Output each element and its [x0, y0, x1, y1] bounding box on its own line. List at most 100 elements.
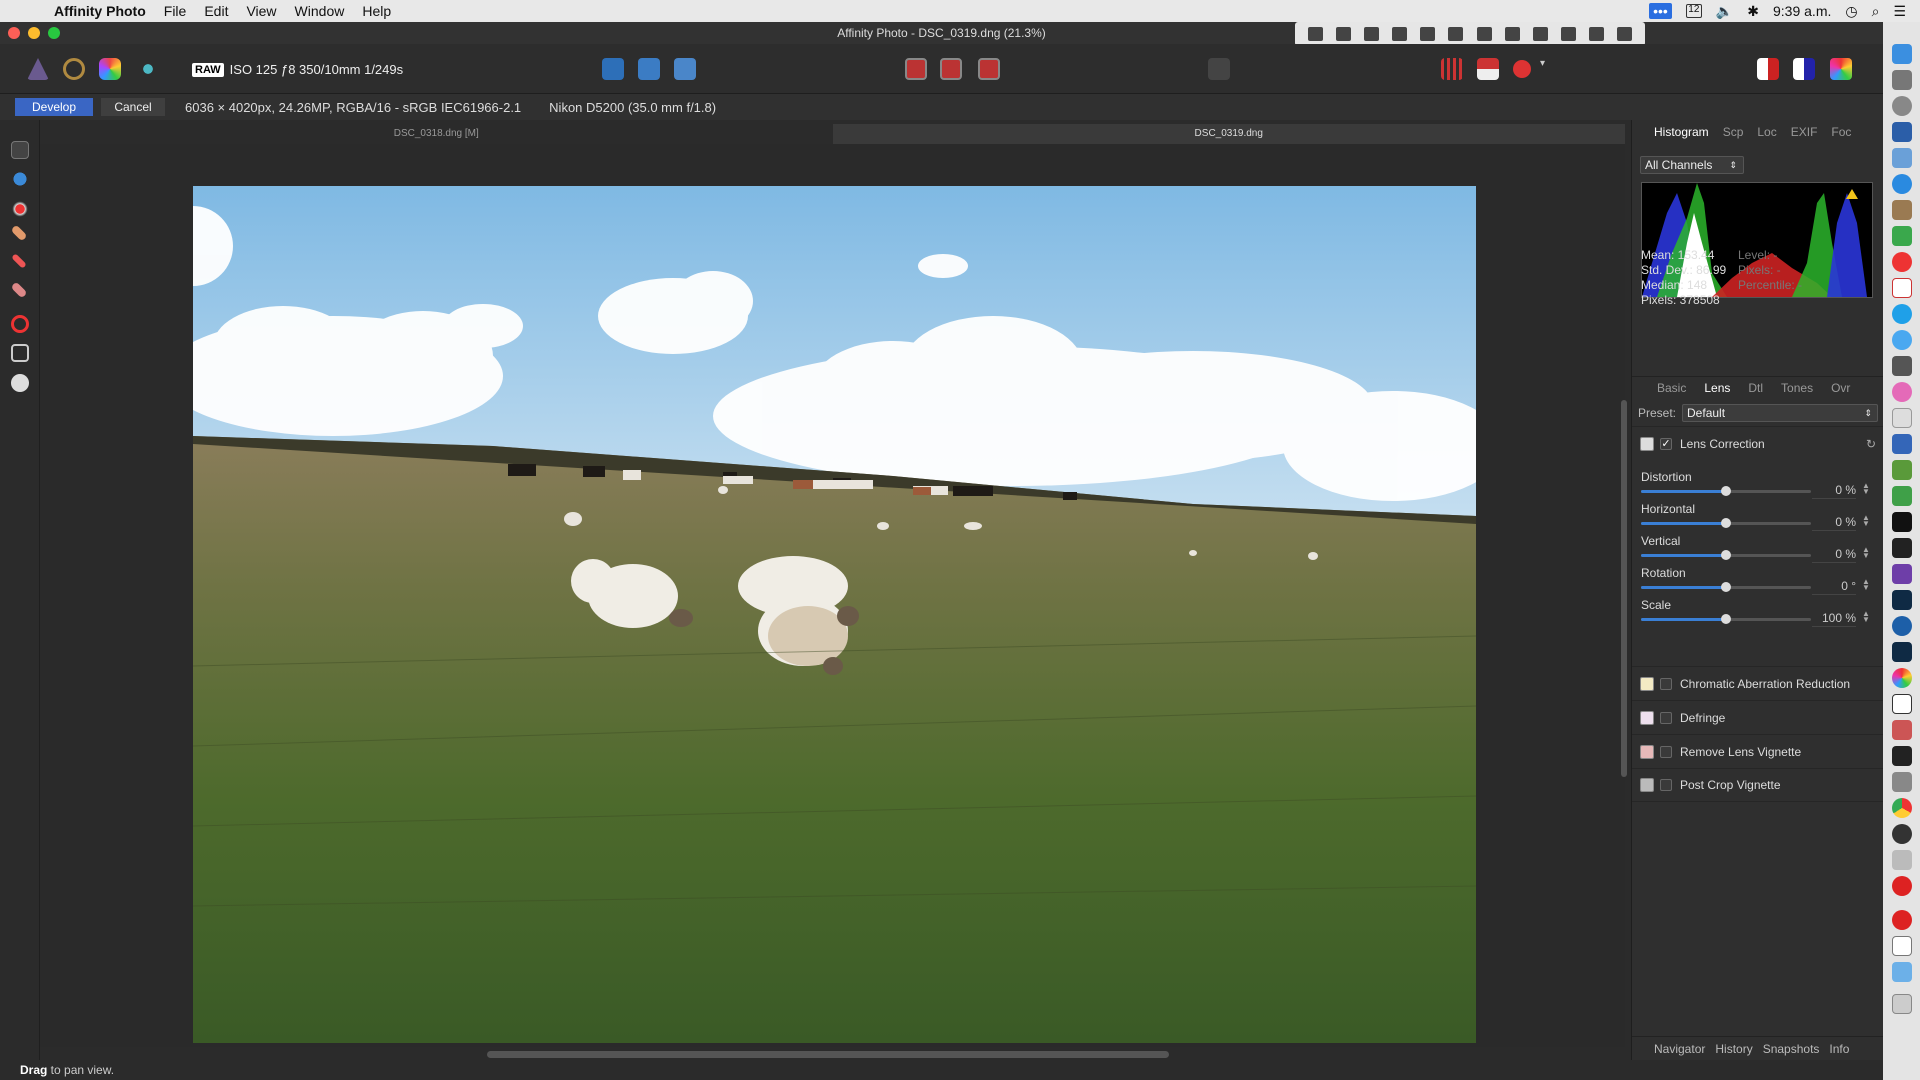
app-menu[interactable]: Affinity Photo [54, 3, 146, 19]
menu-edit[interactable]: Edit [204, 3, 228, 19]
zoom-tool-icon[interactable] [11, 170, 29, 188]
stepper-icon[interactable]: ▲ ▼ [1862, 514, 1870, 528]
post-crop-vignette-checkbox[interactable] [1660, 779, 1672, 791]
utility-icon-5[interactable] [1420, 27, 1436, 41]
horizontal-value[interactable]: 0 % [1812, 515, 1856, 531]
tab-histogram[interactable]: Histogram [1654, 125, 1709, 139]
todoist-icon[interactable] [1892, 252, 1912, 272]
app-icon-5[interactable] [1892, 148, 1912, 168]
tab-detail[interactable]: Dtl [1748, 381, 1763, 395]
clock[interactable]: 9:39 a.m. [1773, 3, 1831, 19]
stepper-icon[interactable]: ▲ ▼ [1862, 546, 1870, 560]
calendar-app-icon[interactable] [1892, 278, 1912, 298]
app-icon-17[interactable] [1892, 460, 1912, 480]
slider-knob[interactable] [1721, 550, 1731, 560]
defringe-section[interactable]: Defringe [1632, 700, 1884, 734]
grid-icon[interactable] [1441, 58, 1463, 80]
chevron-right-icon[interactable] [1589, 27, 1605, 41]
app-icon-23[interactable] [1892, 616, 1912, 636]
tab-focus[interactable]: Foc [1831, 125, 1851, 139]
distortion-slider[interactable] [1641, 486, 1811, 496]
utility-icon-1[interactable] [1307, 27, 1323, 41]
gradient-tool-icon[interactable] [11, 315, 29, 333]
safari-icon[interactable] [1892, 174, 1912, 194]
app-icon-31[interactable] [1892, 824, 1912, 844]
menu-help[interactable]: Help [362, 3, 391, 19]
tab-location[interactable]: Loc [1757, 125, 1776, 139]
evernote-icon[interactable] [1892, 226, 1912, 246]
preset-select[interactable]: Default ⇕ [1682, 404, 1878, 422]
overlay-flag-icon[interactable] [1477, 58, 1499, 80]
blemish-tool-icon[interactable] [10, 224, 28, 242]
utility-icon-9[interactable] [1532, 27, 1548, 41]
activity-monitor-icon[interactable] [1892, 538, 1912, 558]
app-icon-29[interactable] [1892, 772, 1912, 792]
photos-icon[interactable] [1892, 668, 1912, 688]
notification-center-icon[interactable]: ☰ [1893, 3, 1906, 20]
vertical-slider[interactable] [1641, 550, 1811, 560]
horizontal-scrollbar[interactable] [487, 1051, 1169, 1058]
bluetooth-icon[interactable]: ✱ [1747, 3, 1759, 20]
app-icon-33[interactable] [1892, 876, 1912, 896]
canvas-area[interactable] [40, 144, 1625, 1047]
chromatic-aberration-checkbox[interactable] [1660, 677, 1672, 690]
clipping-midtones-icon[interactable] [638, 58, 660, 80]
vertical-scrollbar[interactable] [1621, 400, 1627, 777]
channel-select[interactable]: All Channels ⇕ [1640, 156, 1744, 174]
photoshop-icon[interactable] [1892, 642, 1912, 662]
trash-icon[interactable] [1892, 994, 1912, 1014]
messages-icon[interactable] [1892, 330, 1912, 350]
remove-lens-vignette-section[interactable]: Remove Lens Vignette [1632, 734, 1884, 768]
stepper-icon[interactable]: ▲ ▼ [1862, 578, 1870, 592]
tab-info[interactable]: Info [1829, 1042, 1849, 1056]
stepper-icon[interactable]: ▲ ▼ [1862, 482, 1870, 496]
export-persona-icon[interactable] [137, 58, 159, 80]
colour-panel-icon[interactable] [1830, 58, 1852, 80]
photo-canvas[interactable] [193, 186, 1476, 1043]
stepper-icon[interactable]: ▲ ▼ [1862, 610, 1870, 624]
mirror-view-icon[interactable] [940, 58, 962, 80]
utility-icon-8[interactable] [1504, 27, 1520, 41]
volume-icon[interactable]: 🔈 [1716, 3, 1733, 20]
utility-icon-2[interactable] [1335, 27, 1351, 41]
clipping-highlights-icon[interactable] [674, 58, 696, 80]
liquify-persona-icon[interactable] [63, 58, 85, 80]
system-preferences-icon[interactable] [1892, 96, 1912, 116]
minimize-button[interactable] [28, 27, 40, 39]
finder-icon[interactable] [1892, 44, 1912, 64]
lens-correction-checkbox[interactable]: ✓ [1660, 437, 1672, 450]
app-icon-15[interactable] [1892, 408, 1912, 428]
time-machine-icon[interactable]: ◷ [1845, 3, 1857, 20]
brush-tool-icon[interactable] [11, 253, 27, 269]
slider-knob[interactable] [1721, 518, 1731, 528]
reset-icon[interactable]: ↻ [1866, 437, 1876, 451]
photo-persona-icon[interactable] [27, 58, 49, 80]
utility-icon-6[interactable] [1448, 27, 1464, 41]
menu-file[interactable]: File [164, 3, 187, 19]
tab-dsc-0319[interactable]: DSC_0319.dng [832, 124, 1625, 144]
horizontal-slider[interactable] [1641, 518, 1811, 528]
tab-overlays[interactable]: Ovr [1831, 381, 1850, 395]
erase-tool-icon[interactable] [10, 281, 28, 299]
tab-lens[interactable]: Lens [1704, 381, 1730, 395]
gear-icon[interactable] [1617, 27, 1633, 41]
tab-scope[interactable]: Scp [1723, 125, 1744, 139]
red-eye-tool-icon[interactable] [11, 200, 29, 218]
document-icon[interactable] [1892, 936, 1912, 956]
rotation-slider[interactable] [1641, 582, 1811, 592]
distortion-value[interactable]: 0 % [1812, 483, 1856, 499]
lightroom-icon[interactable] [1892, 590, 1912, 610]
cancel-button[interactable]: Cancel [101, 98, 165, 116]
app-icon-26[interactable] [1892, 694, 1912, 714]
app-icon-32[interactable] [1892, 850, 1912, 870]
crop-tool-icon[interactable] [11, 344, 29, 362]
rotation-value[interactable]: 0 ° [1812, 579, 1856, 595]
white-balance-picker-icon[interactable] [1208, 58, 1230, 80]
vertical-value[interactable]: 0 % [1812, 547, 1856, 563]
terminal-icon[interactable] [1892, 512, 1912, 532]
studio-right-icon[interactable] [1793, 58, 1815, 80]
app-icon-13[interactable] [1892, 356, 1912, 376]
tab-history[interactable]: History [1715, 1042, 1752, 1056]
overflow-icon[interactable]: ••• [1649, 3, 1672, 19]
studio-left-icon[interactable] [1757, 58, 1779, 80]
